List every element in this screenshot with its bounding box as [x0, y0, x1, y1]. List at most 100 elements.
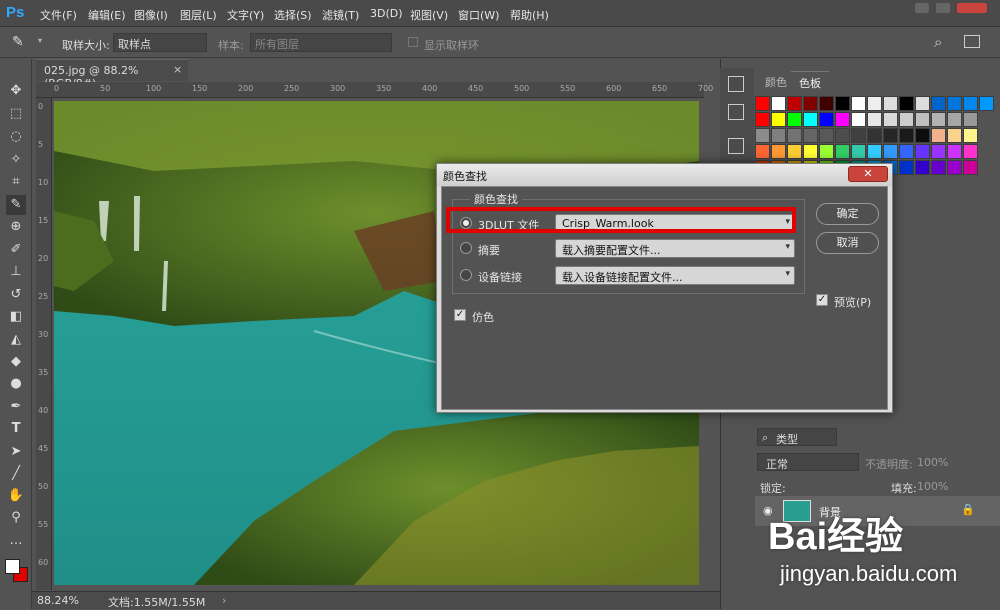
workspace-icon[interactable]	[964, 35, 980, 48]
color-swatch[interactable]	[803, 112, 818, 127]
menu-view[interactable]: 视图(V)	[410, 7, 448, 23]
menu-3d[interactable]: 3D(D)	[370, 7, 403, 20]
color-swatch[interactable]	[947, 112, 962, 127]
cancel-button[interactable]: 取消	[816, 232, 879, 254]
abstract-profile-select[interactable]: 载入摘要配置文件... ▾	[555, 239, 795, 258]
color-swatch[interactable]	[787, 144, 802, 159]
preview-checkbox[interactable]: ✓	[816, 294, 828, 306]
path-selection-tool-icon[interactable]: ➤	[6, 442, 26, 462]
menu-window[interactable]: 窗口(W)	[458, 7, 499, 23]
radio-device-link[interactable]	[460, 269, 472, 281]
foreground-color-swatch[interactable]	[5, 559, 20, 574]
blur-tool-icon[interactable]: ◆	[6, 352, 26, 372]
stamp-tool-icon[interactable]: ⊥	[6, 262, 26, 282]
layer-kind-filter[interactable]: ⌕ 类型	[757, 428, 837, 446]
radio-abstract[interactable]	[460, 242, 472, 254]
color-swatch[interactable]	[931, 128, 946, 143]
menu-filter[interactable]: 滤镜(T)	[322, 7, 359, 23]
brush-tool-icon[interactable]: ✐	[6, 240, 26, 260]
eraser-tool-icon[interactable]: ◧	[6, 307, 26, 327]
color-swatch[interactable]	[899, 144, 914, 159]
dialog-close-button[interactable]: ✕	[848, 166, 888, 182]
color-swatch[interactable]	[803, 144, 818, 159]
color-swatch[interactable]	[851, 128, 866, 143]
chevron-down-icon[interactable]: ▾	[38, 36, 42, 45]
history-icon[interactable]	[728, 76, 744, 92]
color-swatch[interactable]	[819, 128, 834, 143]
move-tool-icon[interactable]: ✥	[6, 81, 26, 101]
eyedropper-icon[interactable]: ✎	[12, 34, 24, 50]
color-swatch[interactable]	[755, 96, 770, 111]
color-swatch[interactable]	[787, 96, 802, 111]
color-swatch[interactable]	[835, 112, 850, 127]
color-swatch[interactable]	[771, 96, 786, 111]
minimize-button[interactable]	[915, 3, 929, 13]
color-swatch[interactable]	[915, 96, 930, 111]
dodge-tool-icon[interactable]: ●	[6, 374, 26, 394]
blend-mode-select[interactable]: 正常	[757, 453, 859, 471]
color-swatch[interactable]	[947, 96, 962, 111]
color-swatch[interactable]	[947, 144, 962, 159]
paint-bucket-tool-icon[interactable]: ◭	[6, 330, 26, 350]
color-swatch[interactable]	[851, 96, 866, 111]
color-swatch[interactable]	[931, 144, 946, 159]
close-tab-icon[interactable]: ×	[173, 63, 182, 76]
color-swatch[interactable]	[931, 96, 946, 111]
color-swatch[interactable]	[883, 144, 898, 159]
zoom-tool-icon[interactable]: ⚲	[6, 508, 26, 528]
color-swatch[interactable]	[931, 160, 946, 175]
hand-tool-icon[interactable]: ✋	[6, 486, 26, 506]
show-ring-checkbox[interactable]	[408, 37, 418, 47]
eyedropper-tool-icon[interactable]: ✎	[6, 195, 26, 215]
document-tab[interactable]: 025.jpg @ 88.2%(RGB/8#) ×	[36, 59, 188, 90]
color-swatch[interactable]	[915, 128, 930, 143]
chevron-right-icon[interactable]: ›	[222, 594, 226, 607]
color-swatch[interactable]	[803, 96, 818, 111]
sample-select[interactable]: 所有图层	[250, 33, 392, 52]
color-swatch[interactable]	[883, 112, 898, 127]
crop-tool-icon[interactable]: ⌗	[6, 172, 26, 192]
lasso-tool-icon[interactable]: ◌	[6, 127, 26, 147]
menu-help[interactable]: 帮助(H)	[510, 7, 549, 23]
color-swatch[interactable]	[899, 128, 914, 143]
pen-tool-icon[interactable]: ✒	[6, 397, 26, 417]
color-swatch[interactable]	[915, 112, 930, 127]
color-swatch[interactable]	[803, 128, 818, 143]
color-swatch[interactable]	[851, 144, 866, 159]
color-swatch[interactable]	[883, 96, 898, 111]
color-swatch[interactable]	[771, 112, 786, 127]
color-swatch[interactable]	[947, 160, 962, 175]
color-swatch[interactable]	[867, 144, 882, 159]
history-brush-tool-icon[interactable]: ↺	[6, 285, 26, 305]
color-swatch[interactable]	[771, 144, 786, 159]
color-swatch[interactable]	[963, 128, 978, 143]
properties-icon[interactable]	[728, 104, 744, 120]
color-swatch[interactable]	[851, 112, 866, 127]
color-swatch[interactable]	[819, 96, 834, 111]
color-swatch[interactable]	[915, 144, 930, 159]
menu-image[interactable]: 图像(I)	[134, 7, 168, 23]
color-swatch[interactable]	[915, 160, 930, 175]
menu-type[interactable]: 文字(Y)	[227, 7, 264, 23]
color-swatch[interactable]	[819, 112, 834, 127]
menu-file[interactable]: 文件(F)	[40, 7, 77, 23]
color-swatch[interactable]	[819, 144, 834, 159]
line-tool-icon[interactable]: ╱	[6, 464, 26, 484]
color-swatch[interactable]	[963, 96, 978, 111]
zoom-level[interactable]: 88.24%	[37, 594, 79, 607]
color-swatch[interactable]	[867, 112, 882, 127]
opacity-value[interactable]: 100%	[917, 456, 948, 469]
magic-wand-tool-icon[interactable]: ✧	[6, 150, 26, 170]
tab-swatches[interactable]: 色板	[791, 71, 829, 91]
color-swatch[interactable]	[771, 128, 786, 143]
color-swatch[interactable]	[963, 160, 978, 175]
tab-color[interactable]: 颜色	[757, 71, 795, 91]
menu-layer[interactable]: 图层(L)	[180, 7, 217, 23]
adjustments-icon[interactable]	[728, 138, 744, 154]
menu-select[interactable]: 选择(S)	[274, 7, 312, 23]
device-link-select[interactable]: 载入设备链接配置文件... ▾	[555, 266, 795, 285]
color-swatch[interactable]	[867, 128, 882, 143]
color-swatch[interactable]	[787, 128, 802, 143]
healing-brush-tool-icon[interactable]: ⊕	[6, 217, 26, 237]
color-swatch[interactable]	[963, 112, 978, 127]
